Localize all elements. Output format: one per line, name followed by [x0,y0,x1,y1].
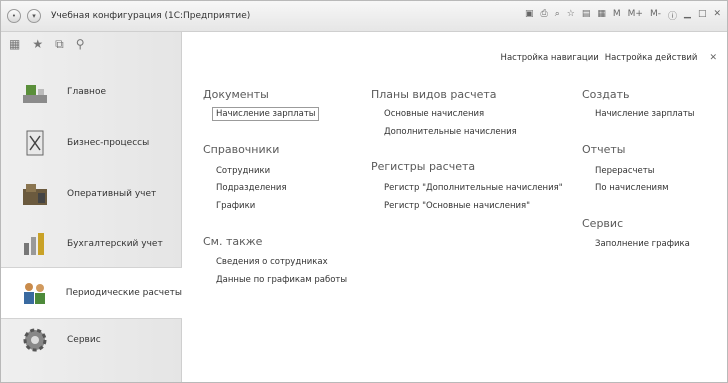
sidebar-item-label: Периодические расчеты [65,288,182,298]
search-icon[interactable]: ⚲ [76,37,85,51]
close-icon[interactable]: ✕ [713,9,721,22]
print-icon[interactable]: ⎙ [541,9,548,22]
favorite-icon[interactable]: ☆ [567,9,575,22]
link-employees[interactable]: Сотрудники [216,166,270,176]
link-schedule-data[interactable]: Данные по графикам работы [216,275,347,285]
app-menu-icon[interactable]: • [7,9,21,23]
content-area: Настройка навигации Настройка действий ✕… [182,32,727,382]
link-create-payroll[interactable]: Начисление зарплаты [595,109,694,119]
accounting-icon [19,228,51,260]
navigation-settings-link[interactable]: Настройка навигации [501,53,599,63]
favorites-icon[interactable]: ★ [32,37,43,51]
link-payroll-document[interactable]: Начисление зарплаты [212,107,320,121]
link-register-additional[interactable]: Регистр "Дополнительные начисления" [384,183,563,193]
sidebar-item-label: Бухгалтерский учет [67,239,163,249]
link-employee-info[interactable]: Сведения о сотрудниках [216,257,328,267]
sidebar-item-main[interactable]: Главное [1,67,180,117]
sidebar-item-label: Оперативный учет [67,189,157,199]
section-title-reports: Отчеты [582,143,626,156]
dropdown-icon[interactable]: ▾ [27,9,41,23]
link-schedules[interactable]: Графики [216,201,255,211]
close-icon[interactable]: ✕ [709,53,717,63]
memory-m-minus-button[interactable]: M- [650,9,661,22]
title-bar: • ▾ Учебная конфигурация (1С:Предприятие… [1,1,727,32]
sidebar-item-periodic[interactable]: Периодические расчеты [1,267,182,319]
section-title-calc-plans: Планы видов расчета [371,88,497,101]
link-register-main[interactable]: Регистр "Основные начисления" [384,201,530,211]
section-title-create: Создать [582,88,630,101]
process-icon [19,127,51,159]
window-title: Учебная конфигурация (1С:Предприятие) [51,11,251,21]
section-title-documents: Документы [203,88,269,101]
sidebar-item-accounting[interactable]: Бухгалтерский учет [1,219,180,269]
actions-settings-link[interactable]: Настройка действий [605,53,698,63]
top-links: Настройка навигации Настройка действий ✕ [501,53,717,63]
link-additional-accruals[interactable]: Дополнительные начисления [384,127,517,137]
section-title-catalogs: Справочники [203,143,280,156]
sidebar-item-label: Главное [67,87,106,97]
link-departments[interactable]: Подразделения [216,183,287,193]
sidebar-item-label: Бизнес-процессы [67,138,150,148]
link-by-accruals[interactable]: По начислениям [595,183,669,193]
maximize-icon[interactable]: □ [698,9,707,22]
memory-m-plus-button[interactable]: M+ [628,9,643,22]
grid-menu-icon[interactable]: ▦ [9,37,20,51]
sections-panel: ▦ ★ ⧉ ⚲ Главное Бизнес-процессы Оператив… [1,32,182,382]
section-title-calc-registers: Регистры расчета [371,160,476,173]
link-fill-schedule[interactable]: Заполнение графика [595,239,690,249]
warehouse-icon [19,178,51,210]
sidebar-item-label: Сервис [67,335,101,345]
app-window: • ▾ Учебная конфигурация (1С:Предприятие… [0,0,728,383]
section-title-service: Сервис [582,217,624,230]
history-icon[interactable]: ⧉ [55,37,64,52]
info-icon[interactable]: ⓘ [668,9,677,22]
link-main-accruals[interactable]: Основные начисления [384,109,484,119]
minimize-icon[interactable]: ▁ [684,9,691,22]
sidebar-item-operational[interactable]: Оперативный учет [1,169,180,219]
sidebar-toolbar: ▦ ★ ⧉ ⚲ [1,32,181,56]
memory-m-button[interactable]: M [613,9,621,22]
preview-icon[interactable]: ⌕ [555,9,560,22]
calculator-icon[interactable]: ▦ [597,9,606,22]
people-icon [19,277,50,309]
gear-icon [19,324,51,356]
section-title-see-also: См. также [203,235,263,248]
desk-icon [19,76,51,108]
sidebar-item-business-processes[interactable]: Бизнес-процессы [1,118,180,168]
link-recalculations[interactable]: Перерасчеты [595,166,654,176]
title-toolbar: ▣ ⎙ ⌕ ☆ ▤ ▦ M M+ M- ⓘ ▁ □ ✕ [525,9,721,22]
save-icon[interactable]: ▣ [525,9,534,22]
calendar-icon[interactable]: ▤ [582,9,591,22]
sidebar-item-service[interactable]: Сервис [1,315,180,365]
